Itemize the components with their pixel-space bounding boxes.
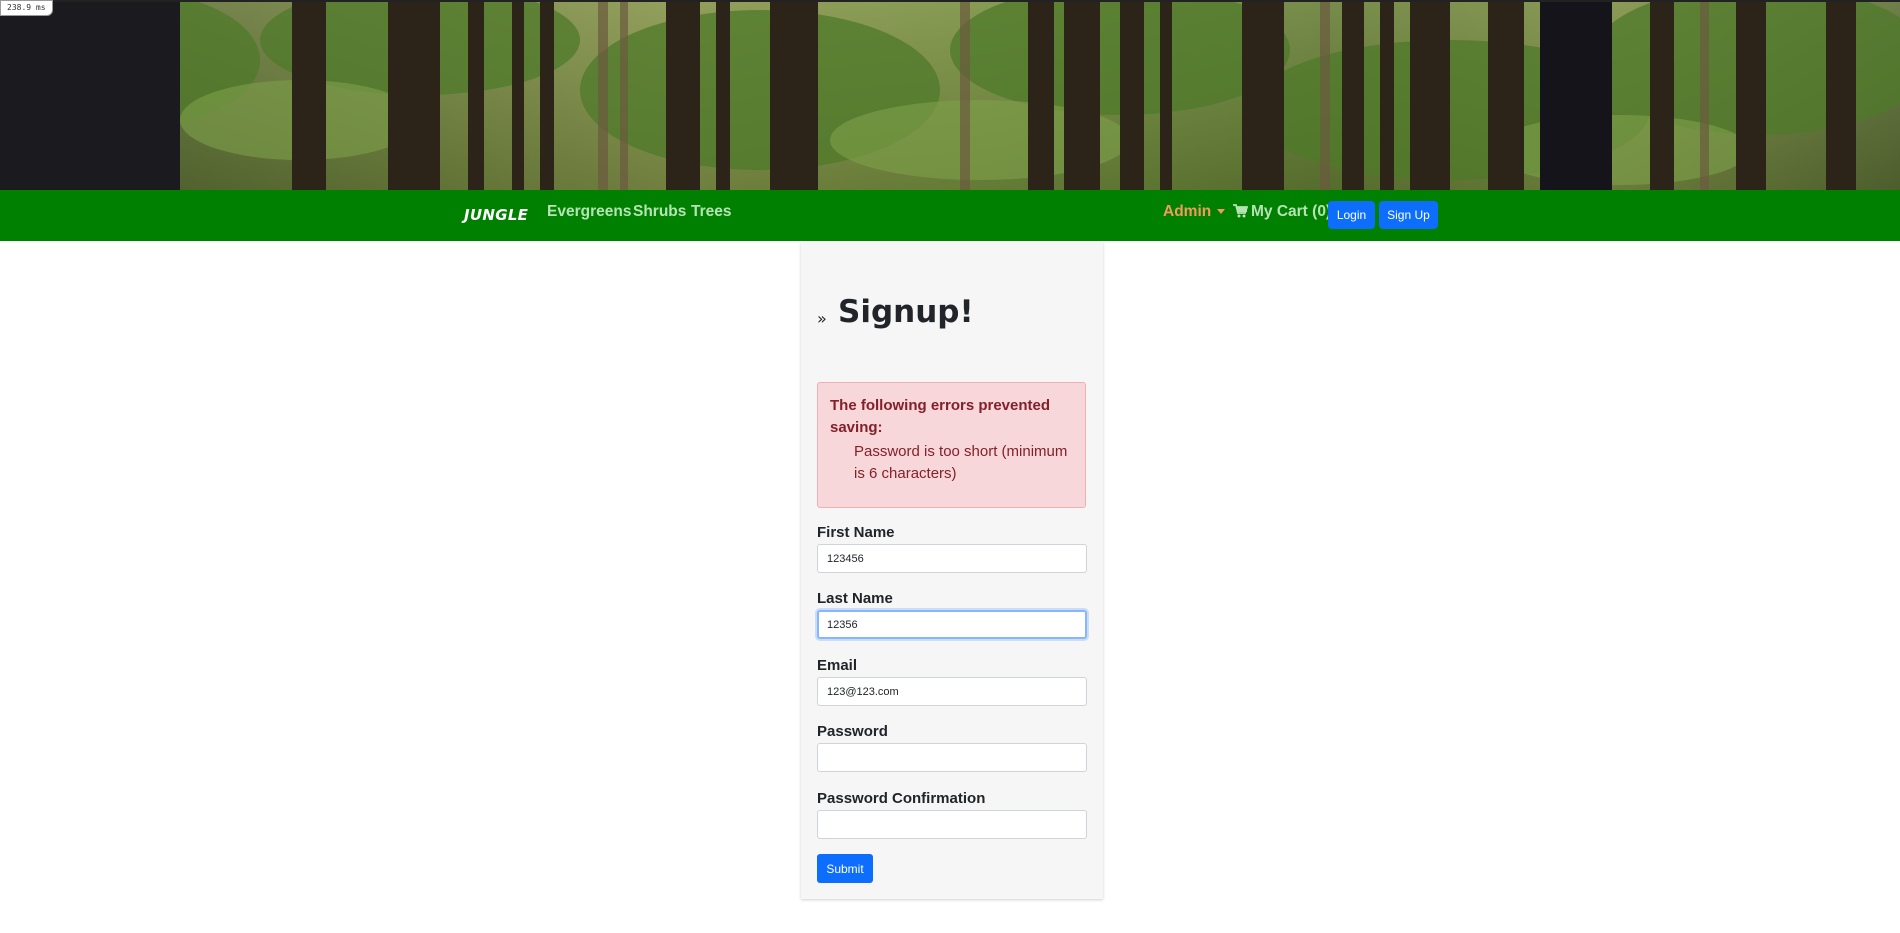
signup-card: » Signup! The following errors prevented… <box>801 242 1103 899</box>
first-name-label: First Name <box>817 524 895 541</box>
password-label: Password <box>817 723 888 740</box>
forest-header-image <box>0 0 1900 190</box>
submit-button[interactable]: Submit <box>817 854 873 883</box>
admin-dropdown-toggle[interactable]: Admin <box>1163 203 1226 221</box>
first-name-input[interactable] <box>817 544 1087 573</box>
nav-link-evergreens[interactable]: Evergreens <box>547 203 631 221</box>
cart-label: My Cart (0) <box>1251 203 1332 220</box>
nav-link-trees[interactable]: Trees <box>691 203 732 221</box>
admin-label: Admin <box>1163 203 1212 220</box>
email-label: Email <box>817 657 858 674</box>
signup-button[interactable]: Sign Up <box>1379 201 1438 229</box>
page-title: Signup! <box>838 294 974 330</box>
render-timing-badge: 238.9 ms <box>0 0 53 16</box>
last-name-label: Last Name <box>817 590 893 607</box>
nav-link-shrubs[interactable]: Shrubs <box>633 203 686 221</box>
title-marker: » <box>817 309 827 328</box>
caret-down-icon <box>1217 209 1226 215</box>
error-heading: The following errors prevented saving: <box>830 397 1051 436</box>
password-confirmation-input[interactable] <box>817 810 1087 839</box>
error-item: Password is too short (minimum is 6 char… <box>854 443 1068 482</box>
shopping-cart-icon <box>1233 204 1249 223</box>
top-navbar: JUNGLE Evergreens Shrubs Trees Admin My … <box>0 190 1900 241</box>
brand-logo[interactable]: JUNGLE <box>464 206 528 224</box>
password-confirmation-label: Password Confirmation <box>817 790 986 807</box>
password-input[interactable] <box>817 743 1087 772</box>
email-input[interactable] <box>817 677 1087 706</box>
last-name-input[interactable] <box>817 610 1087 639</box>
my-cart-link[interactable]: My Cart (0) <box>1233 203 1331 223</box>
login-button[interactable]: Login <box>1328 201 1375 229</box>
error-alert: The following errors prevented saving: P… <box>817 382 1086 508</box>
